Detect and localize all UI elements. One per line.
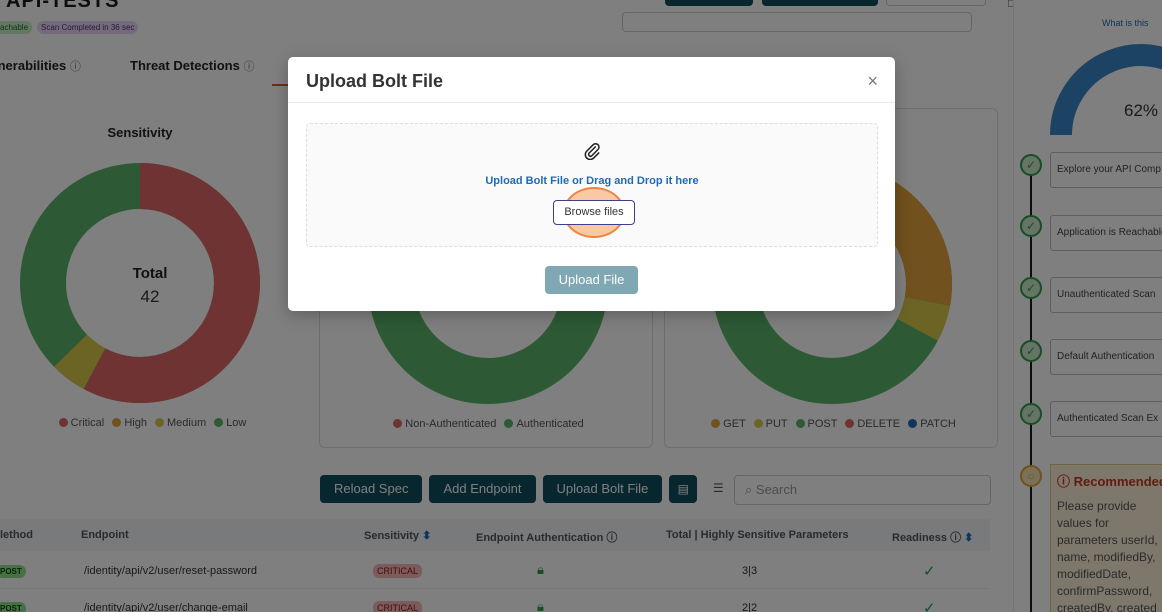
paperclip-icon: [584, 142, 600, 160]
browse-files-button[interactable]: Browse files: [553, 200, 635, 225]
file-dropzone[interactable]: Upload Bolt File or Drag and Drop it her…: [306, 123, 878, 247]
upload-bolt-file-modal: Upload Bolt File × Upload Bolt File or D…: [288, 57, 895, 311]
dropzone-text: Upload Bolt File or Drag and Drop it her…: [485, 175, 699, 187]
upload-file-button[interactable]: Upload File: [545, 266, 638, 294]
modal-title: Upload Bolt File: [306, 71, 443, 91]
modal-header: Upload Bolt File ×: [288, 57, 895, 103]
close-icon[interactable]: ×: [867, 71, 878, 92]
